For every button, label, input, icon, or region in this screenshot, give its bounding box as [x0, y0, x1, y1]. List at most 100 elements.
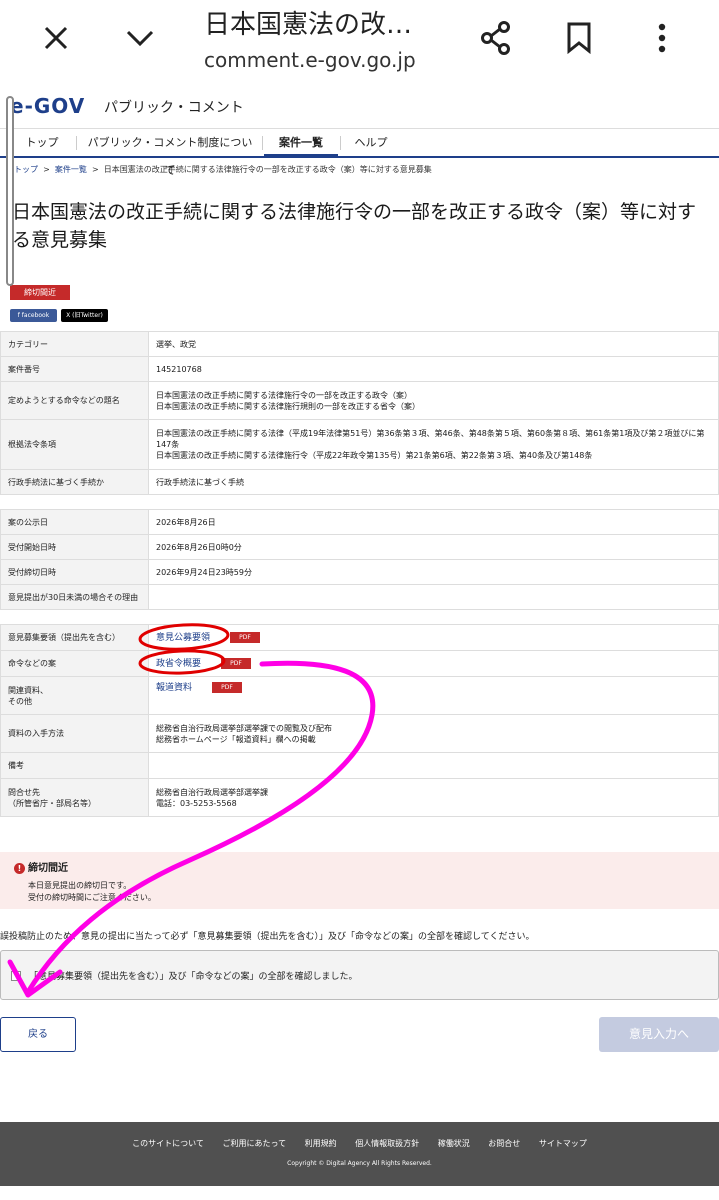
table-row: 案件番号 145210768	[0, 356, 719, 382]
footer-link[interactable]: お問合せ	[488, 1139, 520, 1148]
table-row: 意見募集要領（提出先を含む） 意見公募要領 PDF	[0, 624, 719, 651]
label-line: その他	[8, 696, 32, 706]
row-label: 受付開始日時	[0, 534, 149, 560]
footer-link[interactable]: ご利用にあたって	[222, 1139, 286, 1148]
row-value: 総務省自治行政局選挙部選挙課 電話：03-5253-5568	[148, 778, 719, 817]
footer-link[interactable]: 個人情報取扱方針	[355, 1139, 419, 1148]
breadcrumb-top[interactable]: トップ	[14, 165, 38, 174]
breadcrumb-separator: >	[43, 165, 50, 174]
draft-overview-link[interactable]: 政省令概要	[156, 659, 201, 669]
value-line: 総務省自治行政局選挙部選挙課での閲覧及び配布	[156, 723, 332, 733]
value-line: 電話：03-5253-5568	[156, 798, 237, 808]
confirmation-note: 誤投稿防止のため、意見の提出に当たって必ず「意見募集要領（提出先を含む）」及び「…	[0, 932, 535, 942]
footer-links: このサイトについて ご利用にあたって 利用規約 個人情報取扱方針 稼働状況 お問…	[0, 1138, 719, 1149]
alert-icon: !	[14, 862, 25, 874]
value-line: 日本国憲法の改正手続に関する法律施行令（平成22年政令第135号）第21条第6項…	[156, 451, 593, 460]
bookmark-icon[interactable]	[562, 20, 596, 56]
row-value: 行政手続法に基づく手続	[148, 469, 719, 495]
table-row: 命令などの案 政省令概要 PDF	[0, 650, 719, 677]
row-label: 案の公示日	[0, 509, 149, 535]
confirm-checkbox-label[interactable]: 「意見募集要領（提出先を含む）」及び「命令などの案」の全部を確認しました。	[29, 969, 358, 982]
alert-title-text: 締切間近	[28, 863, 68, 874]
row-label: 行政手続法に基づく手続か	[0, 469, 149, 495]
value-line: 日本国憲法の改正手続に関する法律（平成19年法律第51号）第36条第３項、第46…	[156, 429, 705, 449]
value-line: 日本国憲法の改正手続に関する法律施行規則の一部を改正する省令（案）	[156, 401, 420, 411]
row-label: 問合せ先 （所管省庁・部局名等）	[0, 778, 149, 817]
nav-about[interactable]: パブリック・コメント制度について	[86, 129, 254, 177]
documents-table: 意見募集要領（提出先を含む） 意見公募要領 PDF 命令などの案 政省令概要 PDF…	[0, 624, 719, 817]
row-value: 選挙、政党	[148, 331, 719, 357]
row-value: 2026年8月26日	[148, 509, 719, 535]
row-value: 日本国憲法の改正手続に関する法律（平成19年法律第51号）第36条第３項、第46…	[148, 419, 719, 470]
pdf-badge: PDF	[230, 631, 261, 643]
row-value: 報道資料 PDF	[148, 676, 719, 715]
row-label: 定めようとする命令などの題名	[0, 381, 149, 420]
more-menu-icon[interactable]	[650, 20, 674, 56]
row-value	[148, 752, 719, 779]
breadcrumb-list[interactable]: 案件一覧	[55, 165, 87, 174]
enter-opinion-button[interactable]: 意見入力へ	[599, 1017, 719, 1052]
breadcrumb-current: 日本国憲法の改正手続に関する法律施行令の一部を改正する政令（案）等に対する意見募…	[103, 165, 432, 174]
alert-title: ! 締切間近	[14, 859, 68, 874]
facebook-share-button[interactable]: f facebook	[10, 309, 57, 322]
page-title: 日本国憲法の改正手続に関する法律施行令の一部を改正する政令（案）等に対する意見募…	[12, 201, 697, 251]
row-value: 日本国憲法の改正手続に関する法律施行令の一部を改正する政令（案） 日本国憲法の改…	[148, 381, 719, 420]
row-label: 関連資料、 その他	[0, 676, 149, 715]
label-line: 関連資料、	[8, 685, 48, 695]
pdf-badge: PDF	[221, 657, 252, 669]
confirmation-box: 「意見募集要領（提出先を含む）」及び「命令などの案」の全部を確認しました。	[0, 950, 719, 1000]
table-row: 関連資料、 その他 報道資料 PDF	[0, 676, 719, 715]
site-header: e-GOV パブリック・コメント	[0, 86, 719, 126]
table-row: 案の公示日 2026年8月26日	[0, 509, 719, 535]
alert-line: 本日意見提出の締切日です。	[28, 881, 132, 890]
share-icon[interactable]	[478, 20, 514, 56]
footer-link[interactable]: 稼働状況	[438, 1139, 470, 1148]
label-line: 問合せ先	[8, 787, 40, 797]
row-label: 受付締切日時	[0, 559, 149, 585]
table-row: 受付開始日時 2026年8月26日0時0分	[0, 534, 719, 560]
logo-subtitle: パブリック・コメント	[104, 100, 244, 116]
browser-toolbar: 日本国憲法の改… comment.e-gov.go.jp	[0, 0, 719, 80]
row-value: 意見公募要領 PDF	[148, 624, 719, 651]
tab-title: 日本国憲法の改…	[204, 10, 413, 40]
confirm-checkbox[interactable]	[11, 971, 21, 981]
deadline-alert: ! 締切間近 本日意見提出の締切日です。 受付の締切時間にご注意ください。	[0, 852, 719, 909]
close-icon[interactable]	[40, 22, 72, 54]
table-row: 問合せ先 （所管省庁・部局名等） 総務省自治行政局選挙部選挙課 電話：03-52…	[0, 778, 719, 817]
label-line: （所管省庁・部局名等）	[8, 798, 96, 808]
url-text[interactable]: comment.e-gov.go.jp	[204, 48, 416, 72]
egov-logo[interactable]: e-GOV	[10, 94, 85, 118]
table-row: 行政手続法に基づく手続か 行政手続法に基づく手続	[0, 469, 719, 495]
status-badge: 締切間近	[10, 285, 70, 300]
site-footer: このサイトについて ご利用にあたって 利用規約 個人情報取扱方針 稼働状況 お問…	[0, 1122, 719, 1186]
row-value	[148, 584, 719, 610]
row-value: 総務省自治行政局選挙部選挙課での閲覧及び配布 総務省ホームページ「報道資料」欄へ…	[148, 714, 719, 753]
press-release-link[interactable]: 報道資料	[156, 683, 192, 693]
breadcrumb: トップ > 案件一覧 > 日本国憲法の改正手続に関する法律施行令の一部を改正する…	[14, 164, 432, 175]
footer-link[interactable]: 利用規約	[305, 1139, 337, 1148]
row-value: 2026年8月26日0時0分	[148, 534, 719, 560]
footer-link[interactable]: サイトマップ	[539, 1139, 587, 1148]
table-row: カテゴリー 選挙、政党	[0, 331, 719, 357]
back-button[interactable]: 戻る	[0, 1017, 76, 1052]
x-share-button[interactable]: X (旧Twitter)	[61, 309, 108, 322]
row-label: カテゴリー	[0, 331, 149, 357]
table-row: 根拠法令条項 日本国憲法の改正手続に関する法律（平成19年法律第51号）第36条…	[0, 419, 719, 470]
main-nav: トップ パブリック・コメント制度について 案件一覧 ヘルプ	[0, 128, 719, 177]
scroll-handle[interactable]	[6, 96, 14, 286]
breadcrumb-separator: >	[91, 165, 99, 174]
nav-list[interactable]: 案件一覧	[264, 129, 338, 157]
guidelines-link[interactable]: 意見公募要領	[156, 633, 210, 643]
value-line: 総務省ホームページ「報道資料」欄への掲載	[156, 734, 316, 744]
chevron-down-icon[interactable]	[122, 22, 158, 54]
table-row: 備考	[0, 752, 719, 779]
footer-link[interactable]: このサイトについて	[132, 1139, 204, 1148]
nav-top[interactable]: トップ	[14, 129, 70, 157]
case-info-table: カテゴリー 選挙、政党 案件番号 145210768 定めようとする命令などの題…	[0, 331, 719, 495]
nav-divider	[76, 136, 77, 150]
table-row: 意見提出が30日未満の場合その理由	[0, 584, 719, 610]
nav-divider	[262, 136, 263, 150]
row-label: 備考	[0, 752, 149, 779]
schedule-table: 案の公示日 2026年8月26日 受付開始日時 2026年8月26日0時0分 受…	[0, 509, 719, 610]
nav-help[interactable]: ヘルプ	[346, 129, 396, 157]
